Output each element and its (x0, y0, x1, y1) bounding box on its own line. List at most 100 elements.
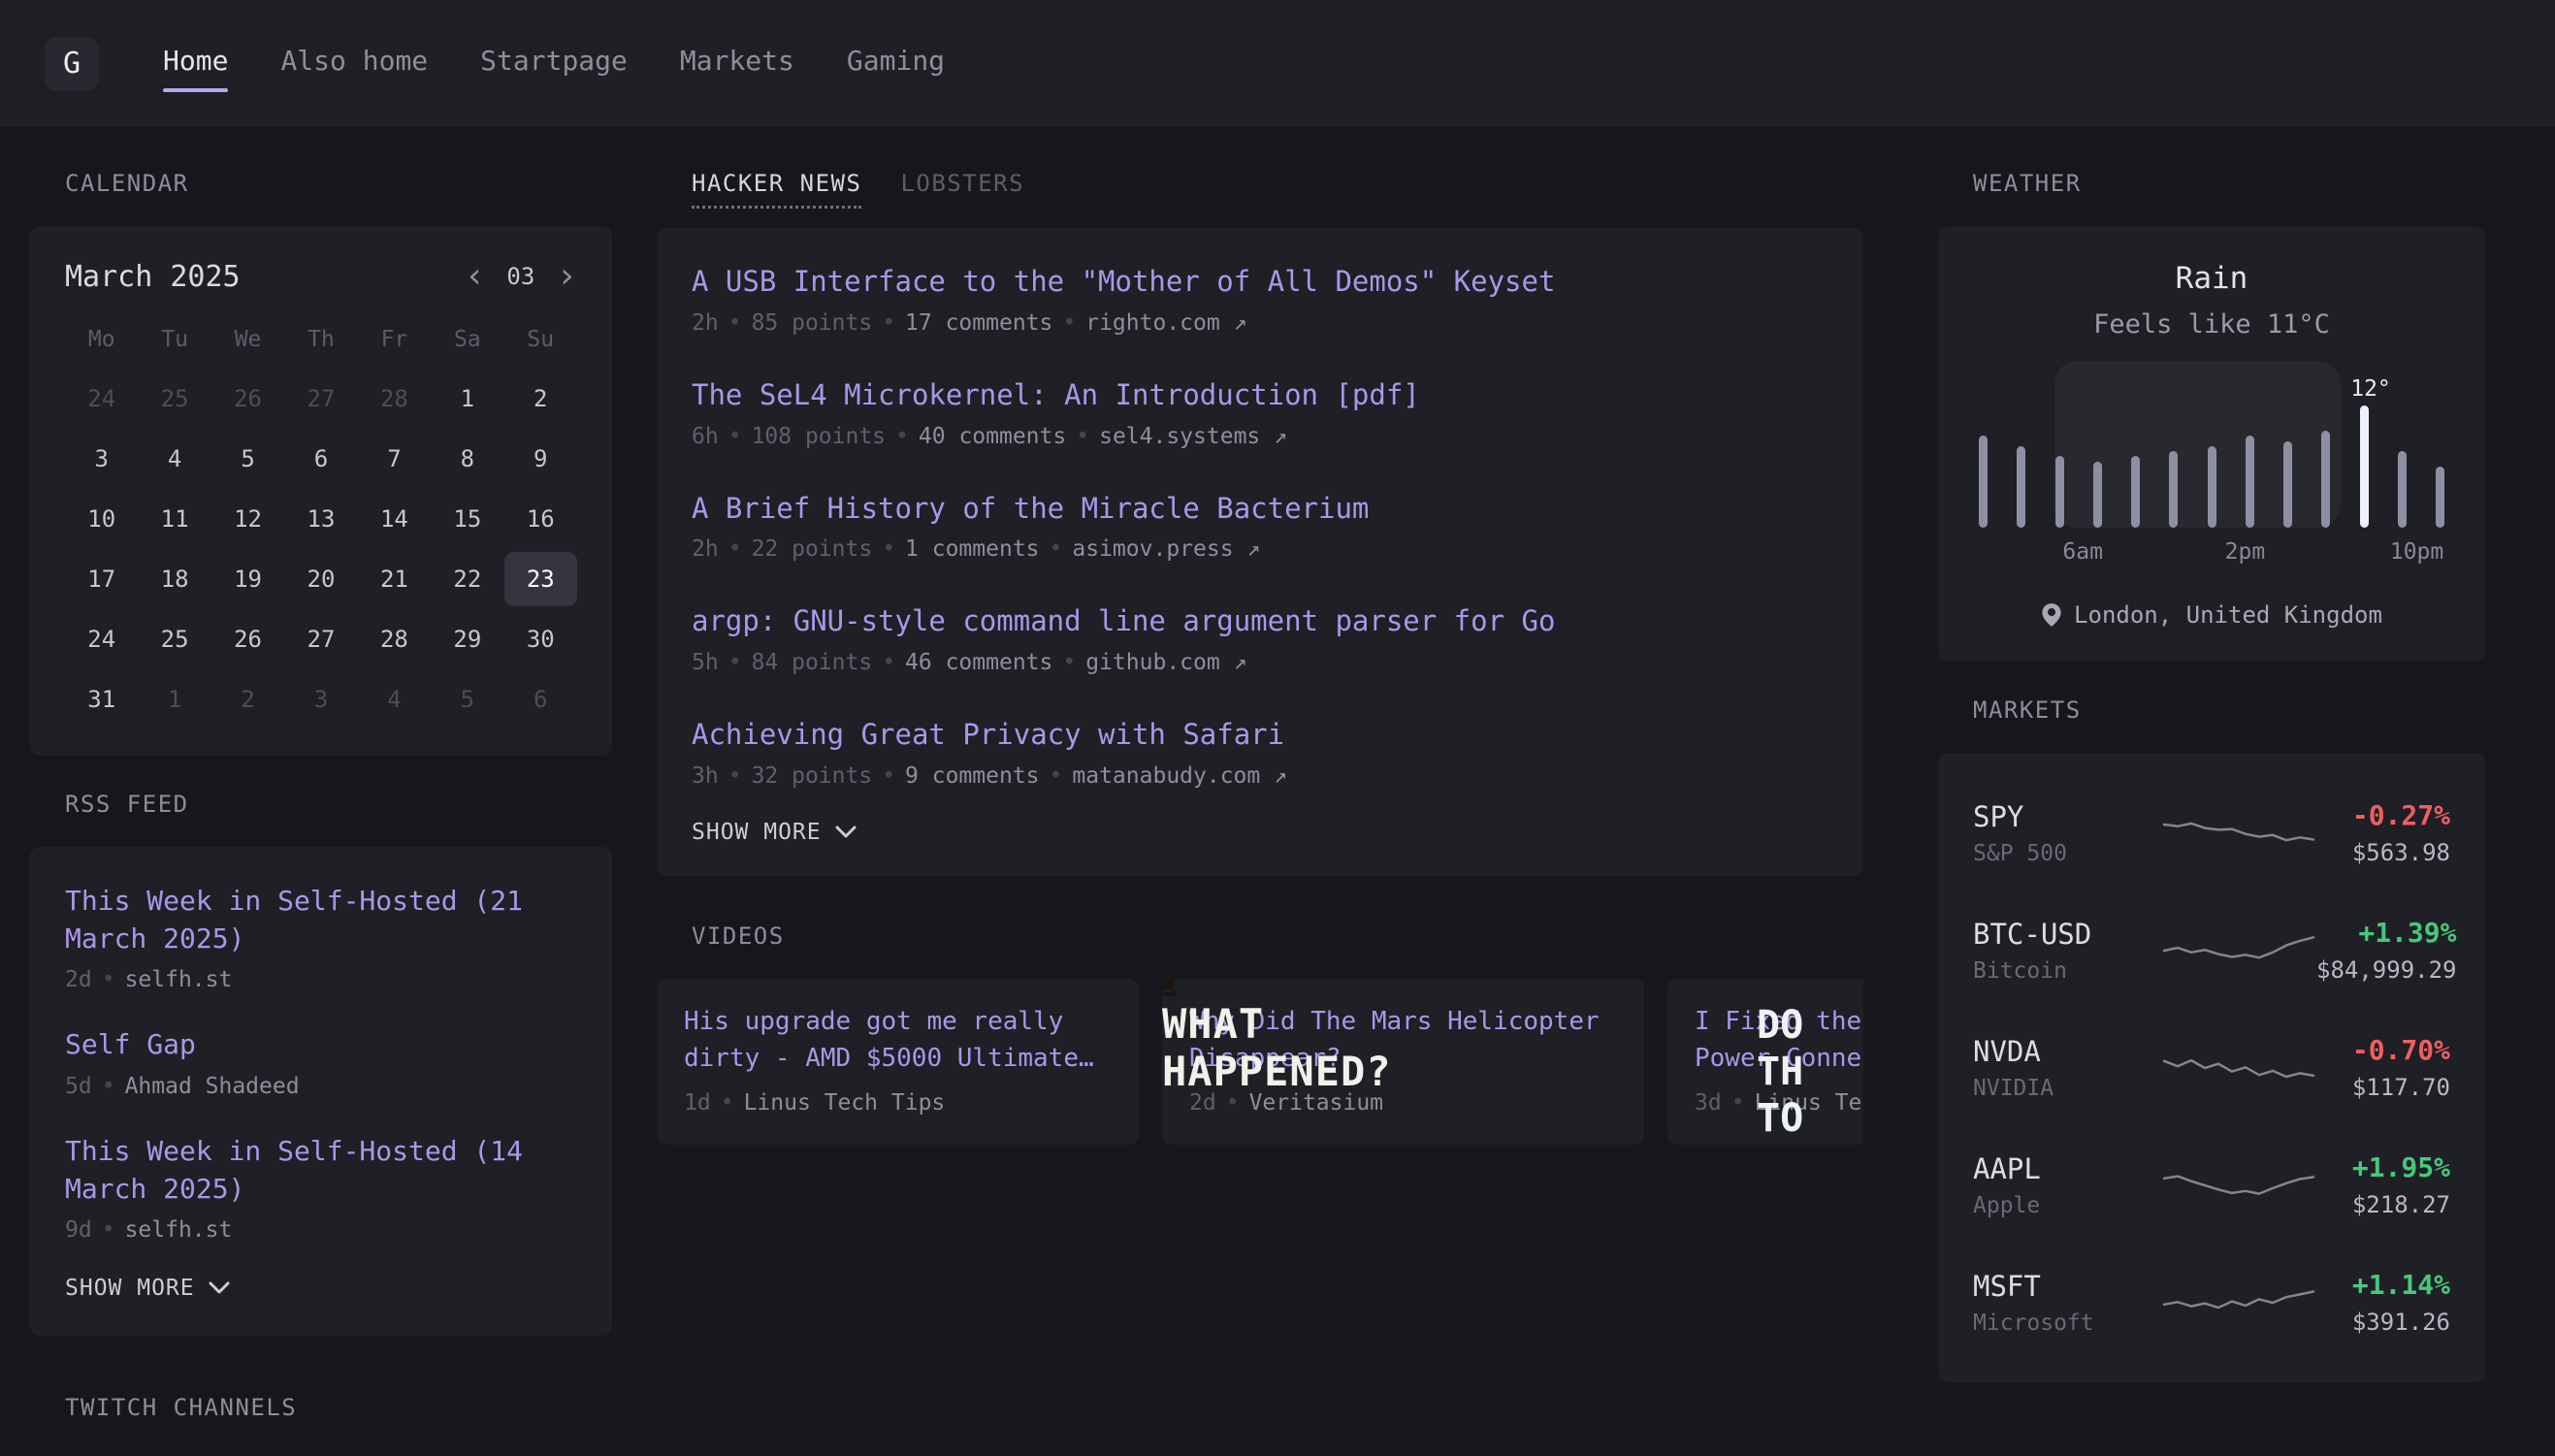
news-item-comments-link[interactable]: 46 comments (905, 650, 1052, 675)
news-item-title-link[interactable]: The SeL4 Microkernel: An Introduction [p… (692, 378, 1828, 412)
news-item-comments-link[interactable]: 9 comments (905, 763, 1039, 789)
calendar-day[interactable]: 30 (504, 612, 577, 666)
news-show-more-button[interactable]: SHOW MORE (692, 820, 857, 845)
calendar-day[interactable]: 28 (358, 612, 431, 666)
rss-item-age: 9d (65, 1217, 92, 1243)
news-item-title-link[interactable]: argp: GNU-style command line argument pa… (692, 604, 1828, 638)
calendar-day[interactable]: 3 (284, 672, 357, 727)
calendar-day[interactable]: 25 (138, 612, 210, 666)
calendar-day[interactable]: 6 (504, 672, 577, 727)
market-row[interactable]: MSFT Microsoft +1.14% $391.26 (1973, 1244, 2450, 1361)
rss-item-title-link[interactable]: This Week in Self-Hosted (14 March 2025) (65, 1132, 577, 1208)
calendar-weekday: Su (504, 317, 577, 366)
videos-section-title: VIDEOS (692, 922, 1863, 950)
app-logo[interactable]: G (45, 37, 99, 91)
news-item-comments-link[interactable]: 40 comments (919, 424, 1066, 449)
calendar-day[interactable]: 12 (211, 492, 284, 546)
calendar-day[interactable]: 5 (431, 672, 503, 727)
news-item-comments-link[interactable]: 1 comments (905, 536, 1039, 562)
markets-widget: SPY S&P 500 -0.27% $563.98 BTC-USD Bitco… (1938, 753, 2485, 1382)
calendar-day[interactable]: 16 (504, 492, 577, 546)
market-value-block: +1.39% $84,999.29 (2316, 917, 2457, 984)
calendar-day[interactable]: 19 (211, 552, 284, 606)
news-item-source: asimov.press (1072, 536, 1233, 562)
calendar-day[interactable]: 13 (284, 492, 357, 546)
calendar-day[interactable]: 2 (504, 372, 577, 426)
market-row[interactable]: BTC-USD Bitcoin +1.39% $84,999.29 (1973, 891, 2450, 1009)
calendar-day[interactable]: 26 (211, 372, 284, 426)
calendar-day[interactable]: 10 (65, 492, 138, 546)
calendar-day[interactable]: 28 (358, 372, 431, 426)
market-row[interactable]: AAPL Apple +1.95% $218.27 (1973, 1126, 2450, 1244)
news-source-tabs: HACKER NEWS LOBSTERS (692, 170, 1863, 209)
calendar-day[interactable]: 20 (284, 552, 357, 606)
calendar-day[interactable]: 6 (284, 432, 357, 486)
calendar-day[interactable]: 21 (358, 552, 431, 606)
weather-feels-like: Feels like 11°C (1973, 309, 2450, 340)
market-sparkline (2161, 812, 2316, 855)
calendar-day[interactable]: 3 (65, 432, 138, 486)
calendar-day[interactable]: 1 (138, 672, 210, 727)
nav-tab-also-home[interactable]: Also home (280, 35, 428, 92)
calendar-next-icon[interactable]: › (556, 259, 577, 294)
video-title-link[interactable]: His upgrade got me really dirty - AMD $5… (684, 1004, 1112, 1077)
video-card: WHAT HAPPENED? Why Did The Mars Helicopt… (1162, 979, 1644, 1145)
calendar-day[interactable]: 29 (431, 612, 503, 666)
nav-tab-startpage[interactable]: Startpage (480, 35, 628, 92)
news-item-source-link[interactable]: matanabudy.com ↗ (1072, 763, 1287, 789)
news-item-source-link[interactable]: sel4.systems ↗ (1099, 424, 1287, 449)
nav-tab-gaming[interactable]: Gaming (847, 35, 945, 92)
market-value-block: -0.70% $117.70 (2352, 1034, 2450, 1101)
calendar-day[interactable]: 8 (431, 432, 503, 486)
calendar-day[interactable]: 17 (65, 552, 138, 606)
news-item-meta: 5h•84 points•46 comments•github.com ↗ (692, 650, 1828, 675)
calendar-day[interactable]: 4 (138, 432, 210, 486)
market-row[interactable]: SPY S&P 500 -0.27% $563.98 (1973, 774, 2450, 891)
weather-time-label: 2pm (2225, 539, 2266, 565)
news-item-source-link[interactable]: asimov.press ↗ (1072, 536, 1260, 562)
calendar-day[interactable]: 7 (358, 432, 431, 486)
video-card: YUCK His upgrade got me really dirty - A… (657, 979, 1139, 1145)
calendar-day[interactable]: 24 (65, 612, 138, 666)
market-price: $563.98 (2352, 839, 2450, 866)
calendar-day[interactable]: 25 (138, 372, 210, 426)
rss-item-title-link[interactable]: Self Gap (65, 1025, 577, 1063)
news-item-source-link[interactable]: github.com ↗ (1085, 650, 1246, 675)
calendar-day[interactable]: 1 (431, 372, 503, 426)
news-item-title-link[interactable]: A USB Interface to the "Mother of All De… (692, 265, 1828, 299)
nav-tab-markets[interactable]: Markets (680, 35, 794, 92)
calendar-day[interactable]: 4 (358, 672, 431, 727)
calendar-day[interactable]: 2 (211, 672, 284, 727)
calendar-day[interactable]: 9 (504, 432, 577, 486)
calendar-prev-icon[interactable]: ‹ (465, 259, 486, 294)
calendar-day[interactable]: 27 (284, 612, 357, 666)
rss-show-more-button[interactable]: SHOW MORE (65, 1276, 230, 1301)
rss-item-title-link[interactable]: This Week in Self-Hosted (21 March 2025) (65, 882, 577, 957)
market-sparkline (2161, 929, 2316, 972)
news-item-age: 2h (692, 536, 719, 562)
calendar-day[interactable]: 27 (284, 372, 357, 426)
news-item-title-link[interactable]: Achieving Great Privacy with Safari (692, 718, 1828, 752)
news-item-source-link[interactable]: righto.com ↗ (1085, 310, 1246, 336)
tab-hacker-news[interactable]: HACKER NEWS (692, 170, 861, 209)
video-channel[interactable]: Linus Tech Tips (744, 1090, 946, 1116)
news-item-title-link[interactable]: A Brief History of the Miracle Bacterium (692, 492, 1828, 526)
calendar-day[interactable]: 14 (358, 492, 431, 546)
calendar-day[interactable]: 11 (138, 492, 210, 546)
news-item-meta: 2h•85 points•17 comments•righto.com ↗ (692, 310, 1828, 336)
tab-lobsters[interactable]: LOBSTERS (900, 170, 1024, 209)
calendar-day[interactable]: 15 (431, 492, 503, 546)
calendar-day[interactable]: 22 (431, 552, 503, 606)
calendar-day[interactable]: 26 (211, 612, 284, 666)
calendar-day-selected[interactable]: 23 (504, 552, 577, 606)
rss-item-source: selfh.st (125, 967, 233, 992)
calendar-day[interactable]: 31 (65, 672, 138, 727)
weather-times: 6am2pm10pm (1973, 539, 2450, 566)
calendar-day[interactable]: 24 (65, 372, 138, 426)
market-row[interactable]: NVDA NVIDIA -0.70% $117.70 (1973, 1009, 2450, 1126)
nav-tab-home[interactable]: Home (163, 35, 228, 92)
meta-separator: • (728, 424, 742, 449)
calendar-day[interactable]: 18 (138, 552, 210, 606)
calendar-day[interactable]: 5 (211, 432, 284, 486)
news-item-comments-link[interactable]: 17 comments (905, 310, 1052, 336)
